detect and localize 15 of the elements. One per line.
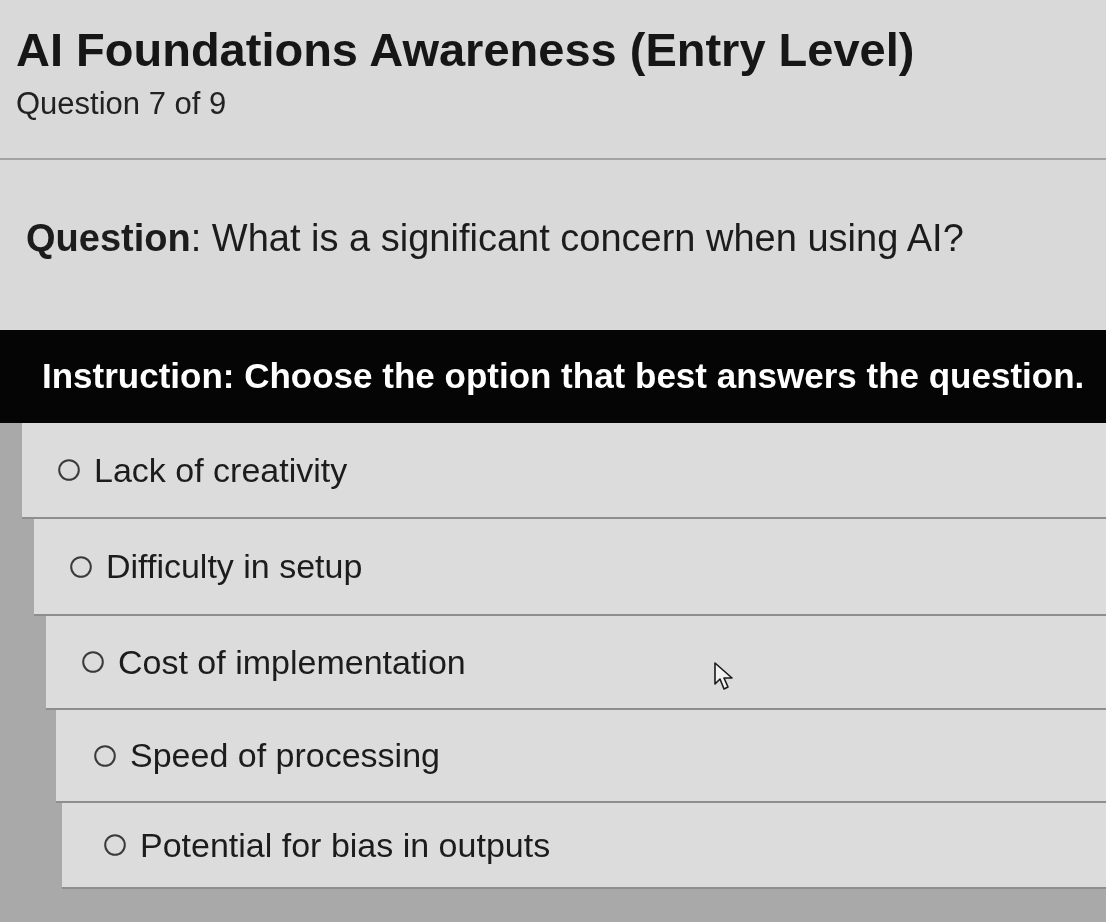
answer-option[interactable]: Potential for bias in outputs bbox=[62, 803, 1106, 889]
radio-icon[interactable] bbox=[70, 555, 92, 578]
answer-option[interactable]: Lack of creativity bbox=[22, 423, 1106, 519]
answer-option[interactable]: Speed of processing bbox=[56, 710, 1106, 803]
answer-option[interactable]: Cost of implementation bbox=[46, 616, 1106, 710]
answer-option[interactable]: Difficulty in setup bbox=[34, 519, 1106, 616]
question-number-text: Question 7 of 9 bbox=[16, 86, 227, 122]
quiz-title: AI Foundations Awareness (Entry Level) bbox=[16, 23, 915, 77]
instruction-text: Instruction: Choose the option that best answers the question. bbox=[42, 355, 1085, 398]
radio-icon[interactable] bbox=[82, 651, 104, 673]
pointer-icon bbox=[714, 662, 734, 692]
radio-icon[interactable] bbox=[104, 834, 126, 856]
radio-icon[interactable] bbox=[94, 744, 116, 767]
question-text: Question: What is a significant concern when using AI? bbox=[26, 216, 964, 261]
radio-icon[interactable] bbox=[58, 459, 80, 481]
